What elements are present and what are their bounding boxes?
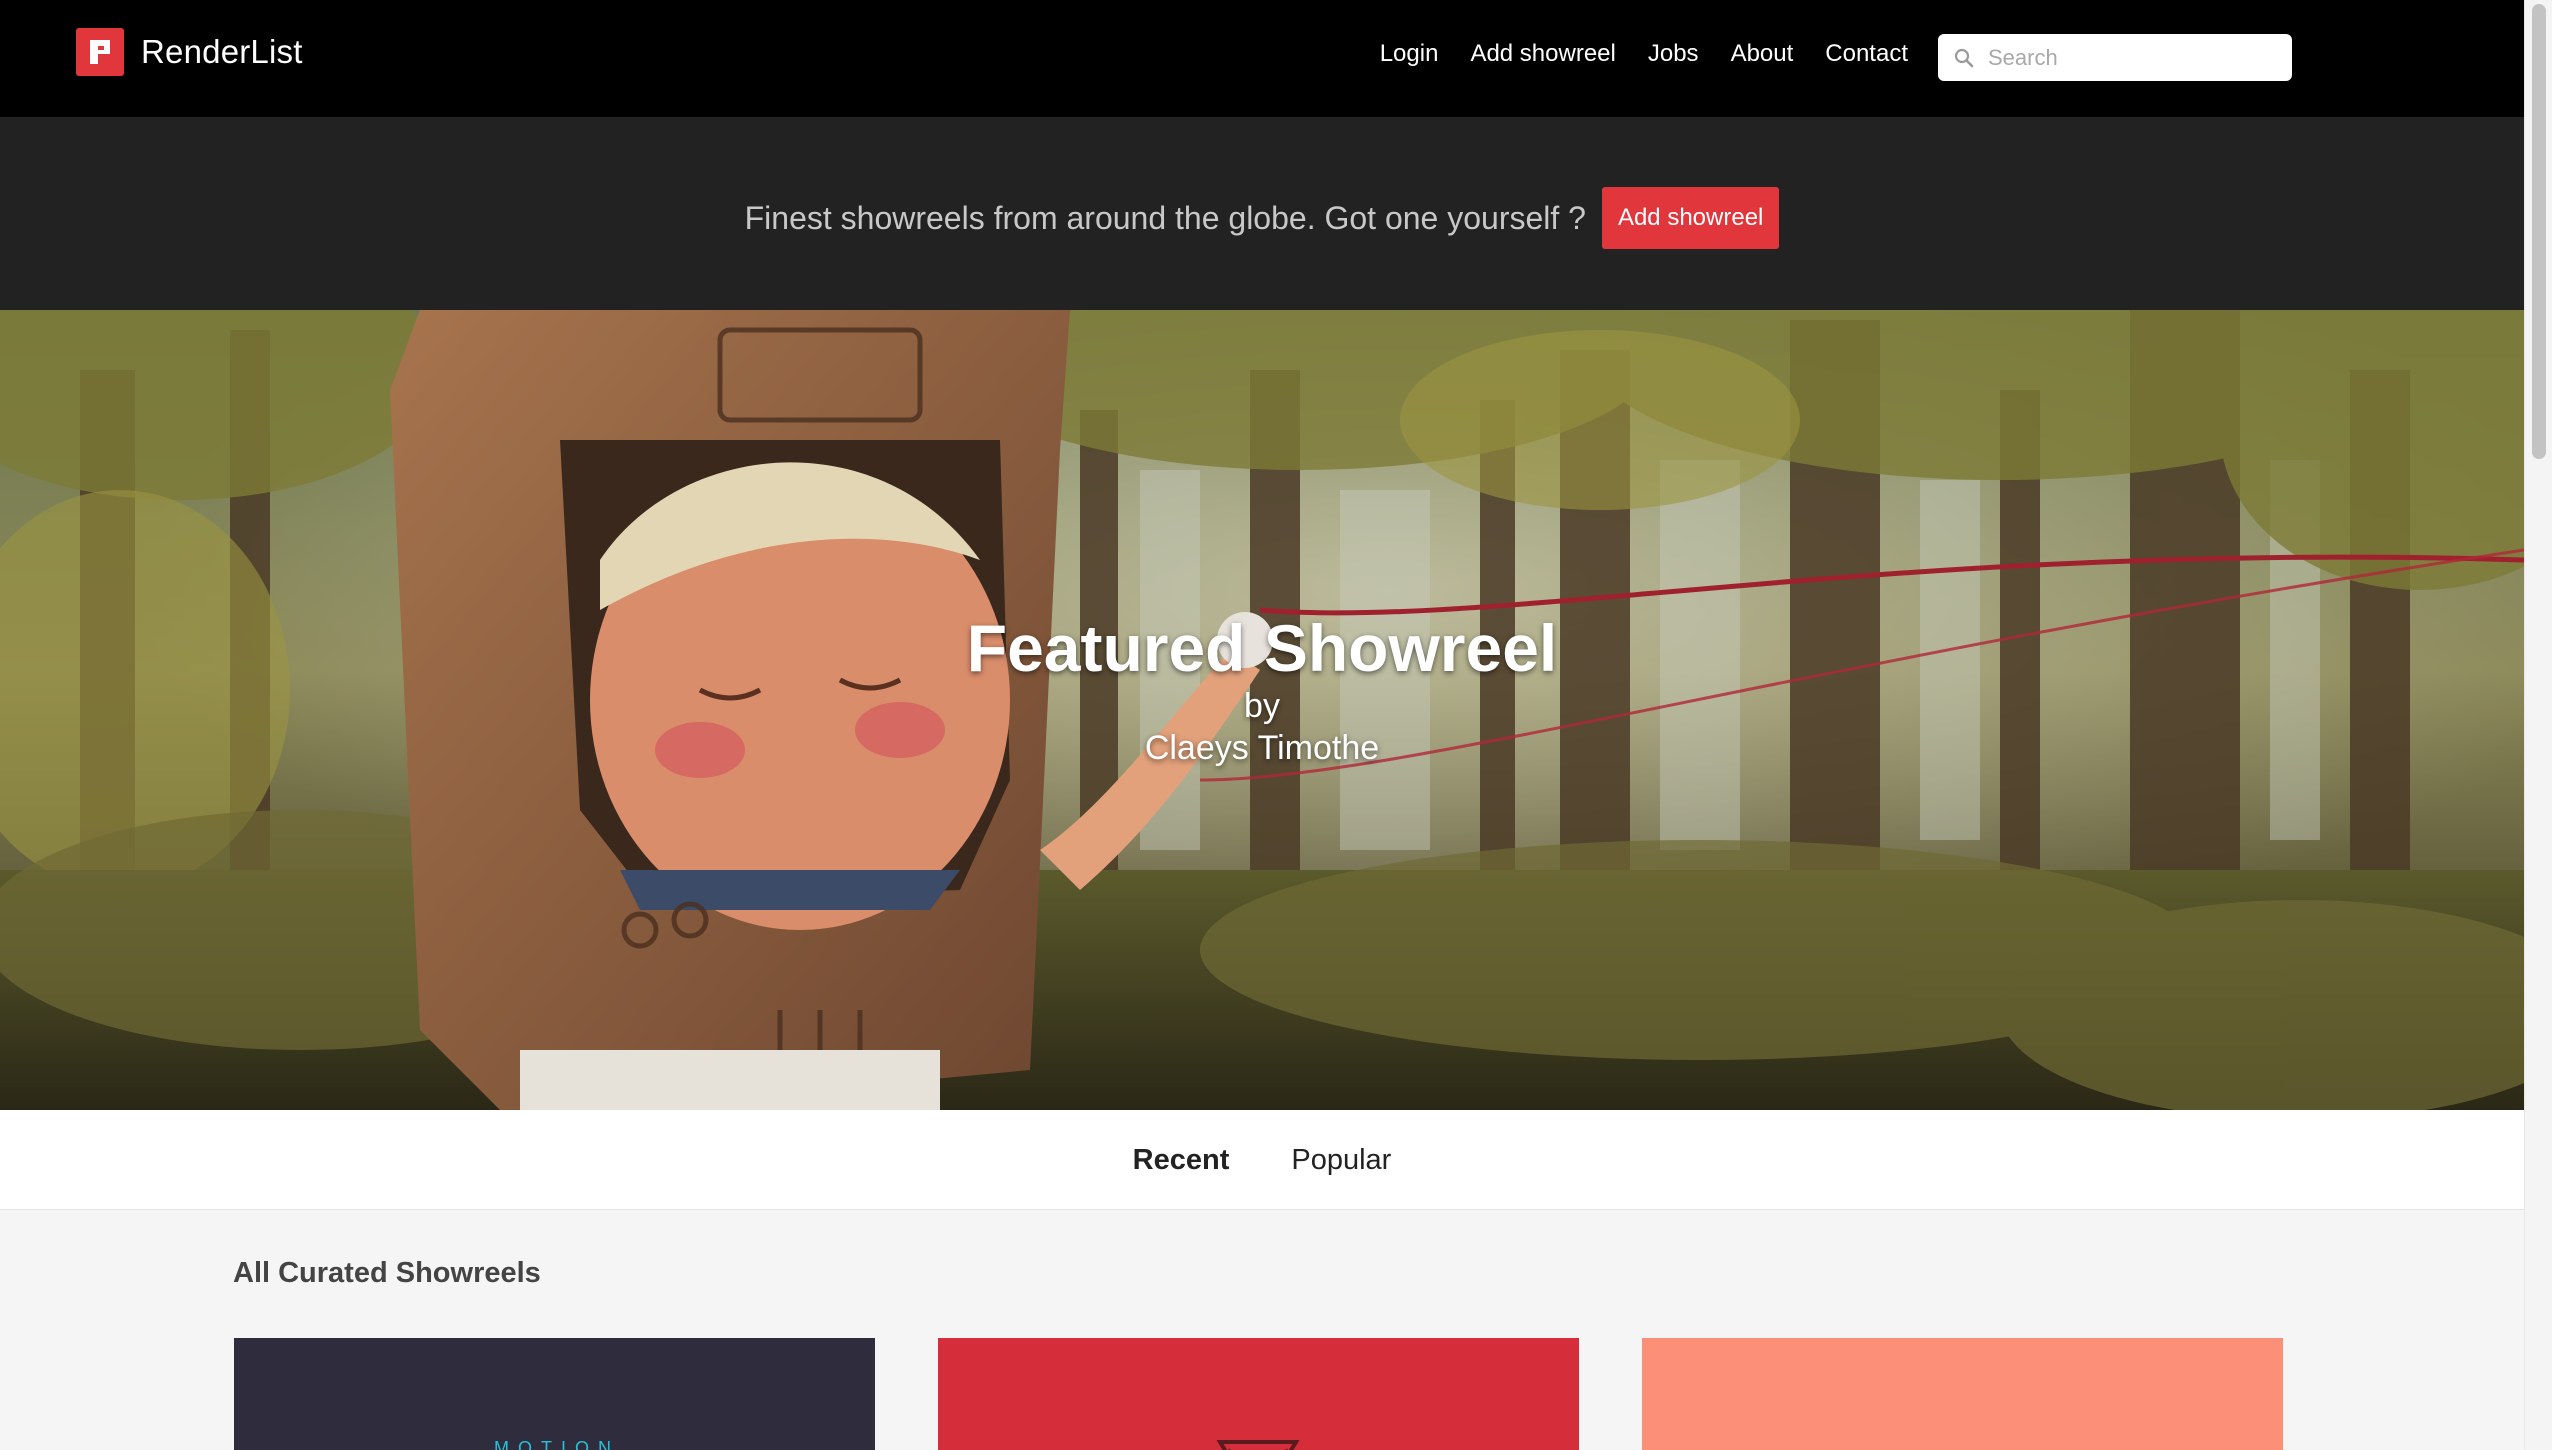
tagline-bar: Finest showreels from around the globe. … — [0, 117, 2524, 310]
search-icon — [1954, 48, 1974, 67]
search-input[interactable] — [1986, 43, 2280, 72]
featured-hero[interactable]: Featured Showreel by Claeys Timothe — [0, 310, 2524, 1110]
hero-by-label: by — [1244, 687, 1280, 725]
page: RenderList Login Add showreel Jobs About… — [0, 0, 2524, 1450]
nav-add-showreel-link[interactable]: Add showreel — [1470, 40, 1615, 68]
card-label: MOTION — [494, 1438, 620, 1450]
brand-link[interactable]: RenderList — [76, 28, 303, 76]
showreel-card[interactable] — [938, 1338, 1579, 1450]
top-navbar: RenderList Login Add showreel Jobs About… — [0, 0, 2524, 117]
page-scrollbar[interactable] — [2524, 0, 2552, 1450]
nav-links: Login Add showreel Jobs About Contact — [1348, 40, 1908, 68]
hero-caption: Featured Showreel by Claeys Timothe — [0, 610, 2524, 770]
nav-contact-link[interactable]: Contact — [1825, 40, 1908, 68]
nav-about-link[interactable]: About — [1731, 40, 1794, 68]
tab-popular[interactable]: Popular — [1291, 1144, 1391, 1177]
hero-author[interactable]: Claeys Timothe — [0, 726, 2524, 770]
add-showreel-button[interactable]: Add showreel — [1601, 187, 1780, 249]
nav-jobs-link[interactable]: Jobs — [1648, 40, 1699, 68]
section-title: All Curated Showreels — [233, 1257, 541, 1289]
tab-recent[interactable]: Recent — [1133, 1144, 1230, 1177]
tagline-text: Finest showreels from around the globe. … — [744, 199, 1586, 236]
nav-login-link[interactable]: Login — [1380, 40, 1439, 68]
tabs: Recent Popular — [0, 1144, 2524, 1177]
search-box[interactable] — [1938, 34, 2292, 81]
tagline-row: Finest showreels from around the globe. … — [0, 187, 2524, 249]
tabs-bar: Recent Popular — [0, 1110, 2524, 1210]
envelope-icon — [1216, 1440, 1300, 1450]
brand-name: RenderList — [141, 33, 303, 70]
scrollbar-thumb[interactable] — [2532, 4, 2546, 459]
showreel-card[interactable]: MOTION — [234, 1338, 875, 1450]
showreel-card[interactable] — [1642, 1338, 2283, 1450]
hero-title: Featured Showreel — [966, 611, 1558, 685]
renderlist-logo-icon — [76, 28, 124, 76]
